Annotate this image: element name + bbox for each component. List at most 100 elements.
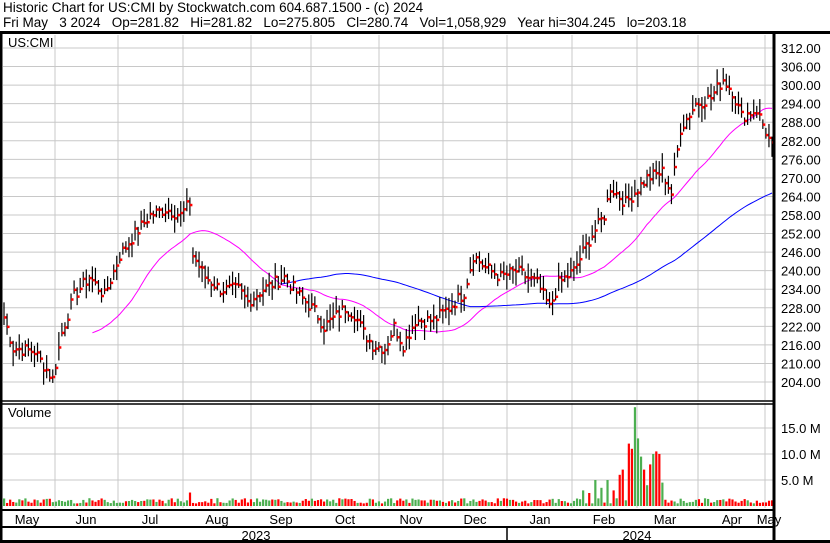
volume-bar [627,443,630,506]
volume-bar [399,498,402,506]
close-tick [19,347,22,351]
close-tick [180,211,184,215]
volume-bar [329,501,332,506]
close-tick [64,326,68,329]
volume-bar [252,502,256,506]
close-tick [558,276,562,279]
close-tick [467,282,470,286]
close-tick [753,112,757,115]
volume-bar [91,500,94,506]
close-tick [351,316,354,319]
volume-bar [182,502,186,506]
volume-bar [667,502,670,506]
close-tick [543,288,546,291]
close-tick [726,85,729,88]
close-tick [381,351,385,355]
close-tick [677,148,681,151]
close-tick [631,200,635,203]
close-tick [415,323,418,327]
close-tick [119,258,123,261]
close-tick [95,281,98,284]
close-tick [421,320,425,323]
close-tick [668,187,671,190]
close-tick [549,302,553,306]
price-tick-label: 294.00 [781,97,821,112]
volume-bar [414,499,417,506]
volume-bar [621,469,624,506]
volume-bar [344,498,347,506]
volume-bar [246,502,250,506]
close-tick [647,173,650,177]
close-tick [165,211,169,214]
close-tick [168,209,172,213]
close-tick [580,257,583,261]
close-tick [229,283,233,287]
volume-bar [548,499,551,506]
close-tick [391,335,394,338]
close-tick [247,299,251,303]
close-tick [598,217,601,221]
close-tick [491,269,495,273]
volume-label: Volume [8,405,51,420]
volume-bar [201,502,204,506]
volume-bar [743,499,746,506]
close-tick [296,291,300,294]
volume-bar [502,498,506,506]
close-tick [610,190,613,193]
close-tick [470,268,473,272]
volume-bar [368,498,371,506]
close-tick [729,87,732,91]
close-tick [37,351,41,354]
volume-bar [527,503,530,506]
volume-bar [734,501,737,506]
close-tick [506,273,510,276]
price-tick-label: 258.00 [781,208,821,223]
close-tick [656,171,659,175]
volume-bar [676,503,679,506]
close-tick [665,181,668,185]
volume-bar [451,500,454,506]
volume-bar [764,502,768,506]
volume-bar [9,499,12,506]
close-tick [375,347,379,350]
volume-bar [88,498,91,506]
volume-bar [112,500,115,506]
close-tick [199,265,202,269]
volume-bar [435,500,438,506]
close-tick [488,263,492,266]
volume-bar [3,498,6,506]
close-tick [455,305,458,309]
volume-bar [408,502,411,506]
close-tick [494,273,498,276]
volume-bar [143,500,146,506]
close-tick [522,268,525,271]
close-tick [573,266,577,269]
price-tick-label: 222.00 [781,319,821,334]
volume-bar [265,499,268,506]
volume-bar [670,500,673,506]
close-tick [525,276,528,279]
close-tick [689,115,693,119]
volume-bar [438,500,442,506]
volume-bar [600,487,603,506]
volume-bar [195,503,198,506]
volume-bar [508,499,512,506]
close-tick [750,114,754,117]
close-tick [150,212,153,216]
close-tick [747,112,751,115]
volume-bar [533,499,536,506]
month-label: May [757,512,782,527]
month-label: Jul [142,512,159,527]
close-tick [720,87,723,90]
month-label: Nov [399,512,423,527]
volume-bar [563,501,566,506]
volume-bar [170,498,173,506]
volume-bar [118,502,122,506]
close-tick [555,295,559,299]
volume-bar [149,499,152,506]
close-tick [266,284,269,287]
volume-bar [374,502,378,506]
volume-bar [685,502,688,506]
volume-bar [243,498,246,506]
volume-tick-label: 15.0 M [781,421,821,436]
